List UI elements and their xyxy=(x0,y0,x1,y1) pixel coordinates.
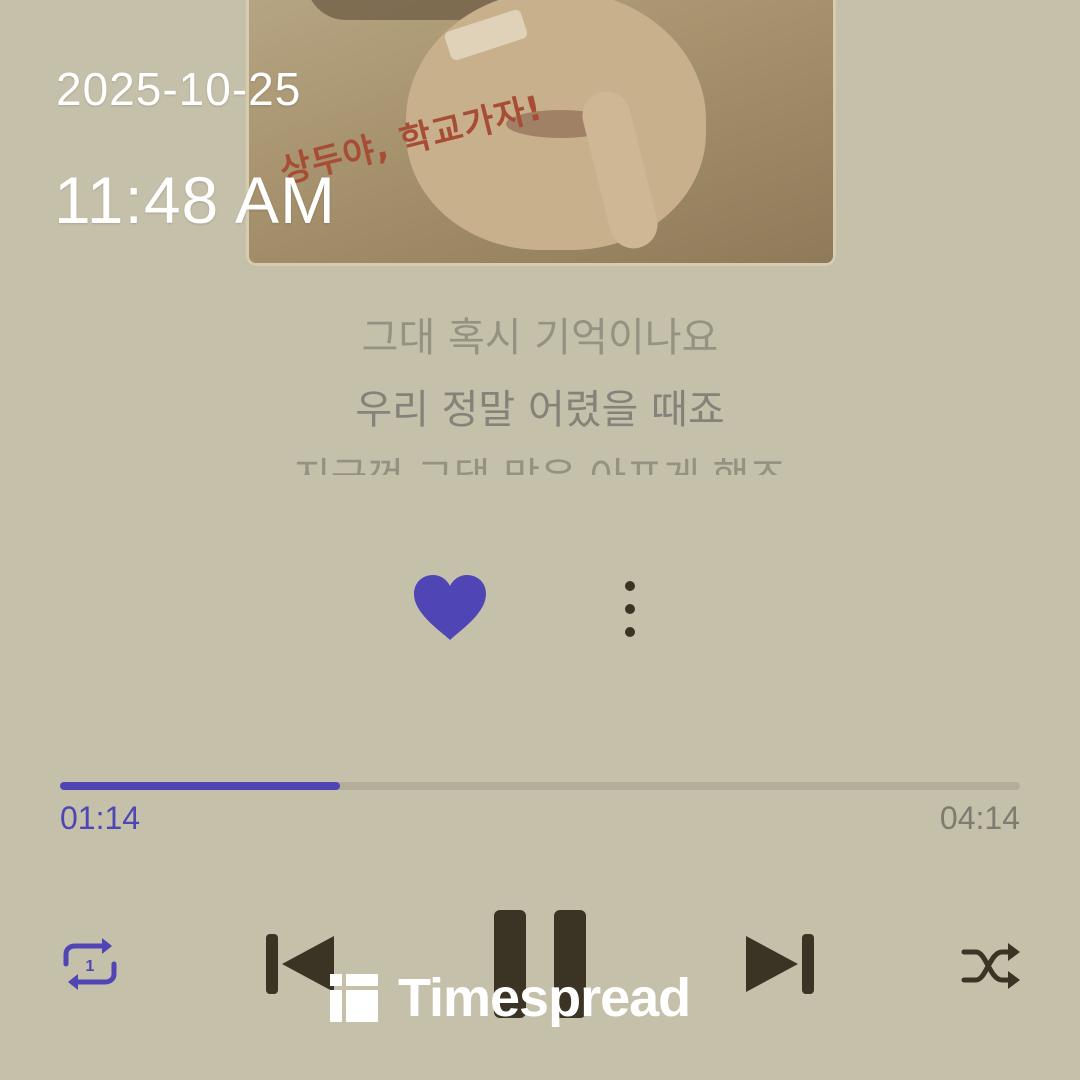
lyric-previous-line: 그대 혹시 기억이나요 xyxy=(361,315,719,361)
previous-track-button[interactable] xyxy=(264,930,336,998)
repeat-one-icon: 1 xyxy=(63,938,117,990)
more-vertical-icon xyxy=(625,581,635,637)
svg-text:1: 1 xyxy=(86,958,95,975)
lockscreen-date: 2025-10-25 xyxy=(56,63,302,115)
repeat-button[interactable]: 1 xyxy=(58,934,122,994)
playback-progress-bar[interactable] xyxy=(60,782,1020,790)
total-time: 04:14 xyxy=(939,800,1020,836)
like-button[interactable] xyxy=(412,574,488,644)
timespread-logo-icon xyxy=(330,974,378,1022)
elapsed-time: 01:14 xyxy=(60,800,141,836)
playback-progress-fill xyxy=(60,782,340,790)
lyrics-panel[interactable]: 그대 혹시 기억이나요 우리 정말 어렸을 때죠 지금껏 그댈 많은 아프게 했… xyxy=(0,305,1080,475)
skip-previous-icon xyxy=(266,934,334,994)
more-options-button[interactable] xyxy=(610,576,650,642)
heart-icon xyxy=(414,575,486,640)
watermark: Timespread xyxy=(330,968,770,1028)
lockscreen-time: 11:48 AM xyxy=(54,163,336,237)
lyric-next-line: 지금껏 그댈 많은 아프게 했죠 xyxy=(0,445,1080,475)
shuffle-button[interactable] xyxy=(960,940,1024,992)
watermark-text: Timespread xyxy=(398,968,691,1028)
shuffle-icon xyxy=(961,943,1020,989)
lyric-current-line: 우리 정말 어렸을 때죠 xyxy=(355,387,725,433)
